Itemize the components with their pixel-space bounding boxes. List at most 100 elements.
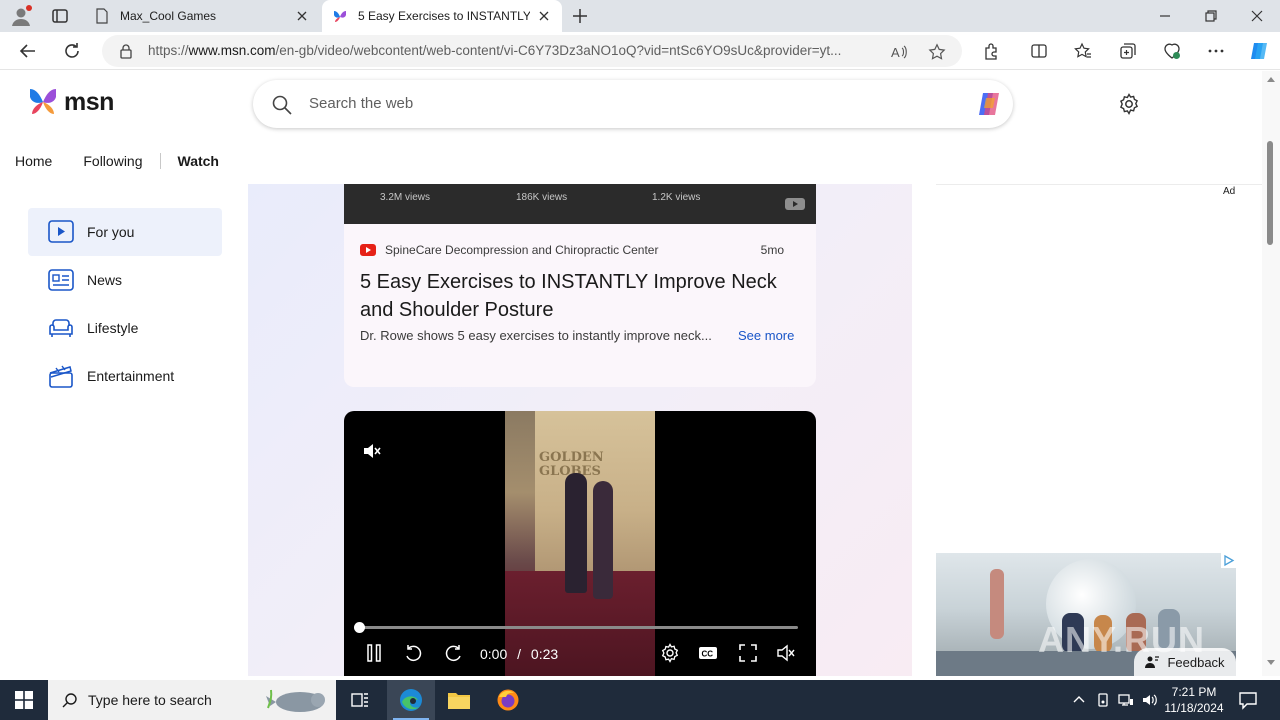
copilot-icon[interactable] xyxy=(973,88,1005,120)
news-icon xyxy=(48,267,74,293)
taskbar-search[interactable]: Type here to search xyxy=(48,680,336,720)
url-scheme: https:// xyxy=(148,43,189,58)
ad-divider xyxy=(936,184,1262,185)
sidebar-item-label: Entertainment xyxy=(87,368,175,384)
msn-logo[interactable]: msn xyxy=(28,87,114,117)
youtube-logo-icon xyxy=(360,244,376,256)
settings-gear-icon[interactable] xyxy=(1118,93,1140,115)
feedback-person-icon xyxy=(1145,656,1160,668)
show-hidden-icons-icon[interactable] xyxy=(1071,692,1087,708)
lock-icon[interactable] xyxy=(118,43,134,59)
network-icon[interactable] xyxy=(1118,692,1134,708)
split-screen-icon[interactable] xyxy=(1030,42,1048,60)
time-separator: / xyxy=(517,646,522,662)
scroll-down-arrow-icon[interactable] xyxy=(1267,660,1275,665)
sidebar-item-entertainment[interactable]: Entertainment xyxy=(28,352,222,400)
svg-text:CC: CC xyxy=(702,650,714,659)
back-icon[interactable] xyxy=(18,41,38,61)
notifications-icon[interactable] xyxy=(1238,690,1258,710)
related-videos-strip: 3.2M views 186K views 1.2K views xyxy=(344,184,816,224)
sidebar-item-news[interactable]: News xyxy=(28,256,222,304)
extensions-icon[interactable] xyxy=(982,42,1000,60)
seek-bar[interactable] xyxy=(360,626,798,629)
copilot-icon[interactable] xyxy=(1248,40,1270,62)
sidebar-item-lifestyle[interactable]: Lifestyle xyxy=(28,304,222,352)
feedback-button[interactable]: Feedback xyxy=(1134,648,1236,676)
page-icon xyxy=(94,8,110,24)
tab-actions-icon[interactable] xyxy=(50,6,70,26)
video-title[interactable]: 5 Easy Exercises to INSTANTLY Improve Ne… xyxy=(360,268,800,324)
task-view-icon[interactable] xyxy=(336,680,384,720)
fullscreen-icon[interactable] xyxy=(738,643,758,663)
video-source[interactable]: SpineCare Decompression and Chiropractic… xyxy=(360,243,658,257)
collections-icon[interactable] xyxy=(1119,42,1137,60)
favorite-star-icon[interactable] xyxy=(928,43,946,61)
notification-dot xyxy=(26,5,32,11)
scrollbar-thumb[interactable] xyxy=(1267,141,1273,245)
minimize-icon[interactable] xyxy=(1155,6,1175,26)
video-card[interactable]: 3.2M views 186K views 1.2K views SpineCa… xyxy=(344,184,816,387)
url-text[interactable]: https://www.msn.com/en-gb/video/webconte… xyxy=(148,43,878,58)
forward-10-icon[interactable] xyxy=(444,643,464,663)
address-bar[interactable]: https://www.msn.com/en-gb/video/webconte… xyxy=(102,35,962,67)
browser-essentials-icon[interactable] xyxy=(1163,42,1181,60)
closed-captions-icon[interactable]: CC xyxy=(698,643,718,663)
settings-gear-icon[interactable] xyxy=(660,643,680,663)
pause-icon[interactable] xyxy=(364,643,384,663)
see-more-link[interactable]: See more xyxy=(738,328,794,343)
clapperboard-icon xyxy=(48,363,74,389)
view-count: 3.2M views xyxy=(380,192,431,203)
restore-icon[interactable] xyxy=(1201,6,1221,26)
taskbar: Type here to search 7:21 PM 11/18/2024 xyxy=(0,680,1280,720)
adchoices-icon[interactable] xyxy=(1221,553,1236,568)
tab-title: Max_Cool Games xyxy=(120,9,217,23)
video-feed: 3.2M views 186K views 1.2K views SpineCa… xyxy=(248,184,912,676)
person-figure xyxy=(593,481,613,599)
seek-handle[interactable] xyxy=(354,622,365,633)
nav-following[interactable]: Following xyxy=(83,153,142,169)
edge-taskbar-icon[interactable] xyxy=(387,680,435,720)
taskbar-clock[interactable]: 7:21 PM 11/18/2024 xyxy=(1162,684,1226,716)
profile-avatar-icon[interactable] xyxy=(10,5,32,27)
nav-watch[interactable]: Watch xyxy=(178,153,219,169)
sidebar-item-for-you[interactable]: For you xyxy=(28,208,222,256)
rewind-10-icon[interactable] xyxy=(403,643,423,663)
volume-icon[interactable] xyxy=(1142,692,1158,708)
scroll-up-arrow-icon[interactable] xyxy=(1267,77,1275,82)
new-tab-icon[interactable] xyxy=(570,6,590,26)
youtube-icon[interactable] xyxy=(784,196,806,212)
firefox-icon[interactable] xyxy=(484,680,532,720)
search-icon xyxy=(271,94,293,116)
tab-max-cool-games[interactable]: Max_Cool Games xyxy=(84,0,320,32)
favorites-icon[interactable] xyxy=(1074,42,1092,60)
file-explorer-icon[interactable] xyxy=(435,680,483,720)
browser-toolbar: https://www.msn.com/en-gb/video/webconte… xyxy=(0,32,1280,70)
video-player[interactable]: GOLDEN GLOBES 0:00 / 0:23 CC xyxy=(344,411,816,676)
clock-date: 11/18/2024 xyxy=(1164,701,1224,715)
nav-divider xyxy=(159,153,161,169)
tab-title: 5 Easy Exercises to INSTANTLY Im xyxy=(358,9,530,23)
msn-butterfly-icon xyxy=(30,89,56,114)
taskbar-search-input[interactable]: Type here to search xyxy=(88,692,212,708)
more-options-icon[interactable] xyxy=(1207,42,1225,60)
close-icon[interactable] xyxy=(294,8,310,24)
windows-start-icon[interactable] xyxy=(0,680,48,720)
url-host: www.msn.com xyxy=(188,43,276,58)
video-description: Dr. Rowe shows 5 easy exercises to insta… xyxy=(360,328,712,343)
refresh-icon[interactable] xyxy=(62,41,82,61)
tab-msn-video[interactable]: 5 Easy Exercises to INSTANTLY Im xyxy=(322,0,562,32)
unmute-icon[interactable] xyxy=(776,643,796,663)
sidebar-item-label: News xyxy=(87,272,123,288)
svg-text:A: A xyxy=(891,45,900,60)
close-window-icon[interactable] xyxy=(1247,6,1267,26)
close-icon[interactable] xyxy=(536,8,552,24)
frame-text: GOLDEN GLOBES xyxy=(539,450,604,479)
search-input[interactable]: Search the web xyxy=(309,95,413,112)
device-icon[interactable] xyxy=(1095,692,1111,708)
read-aloud-icon[interactable]: A xyxy=(890,43,908,61)
search-box[interactable]: Search the web xyxy=(253,80,1013,128)
muted-speaker-icon[interactable] xyxy=(362,441,382,461)
page-scrollbar[interactable] xyxy=(1262,71,1280,676)
nav-home[interactable]: Home xyxy=(15,153,52,169)
ad-person xyxy=(990,569,1004,639)
